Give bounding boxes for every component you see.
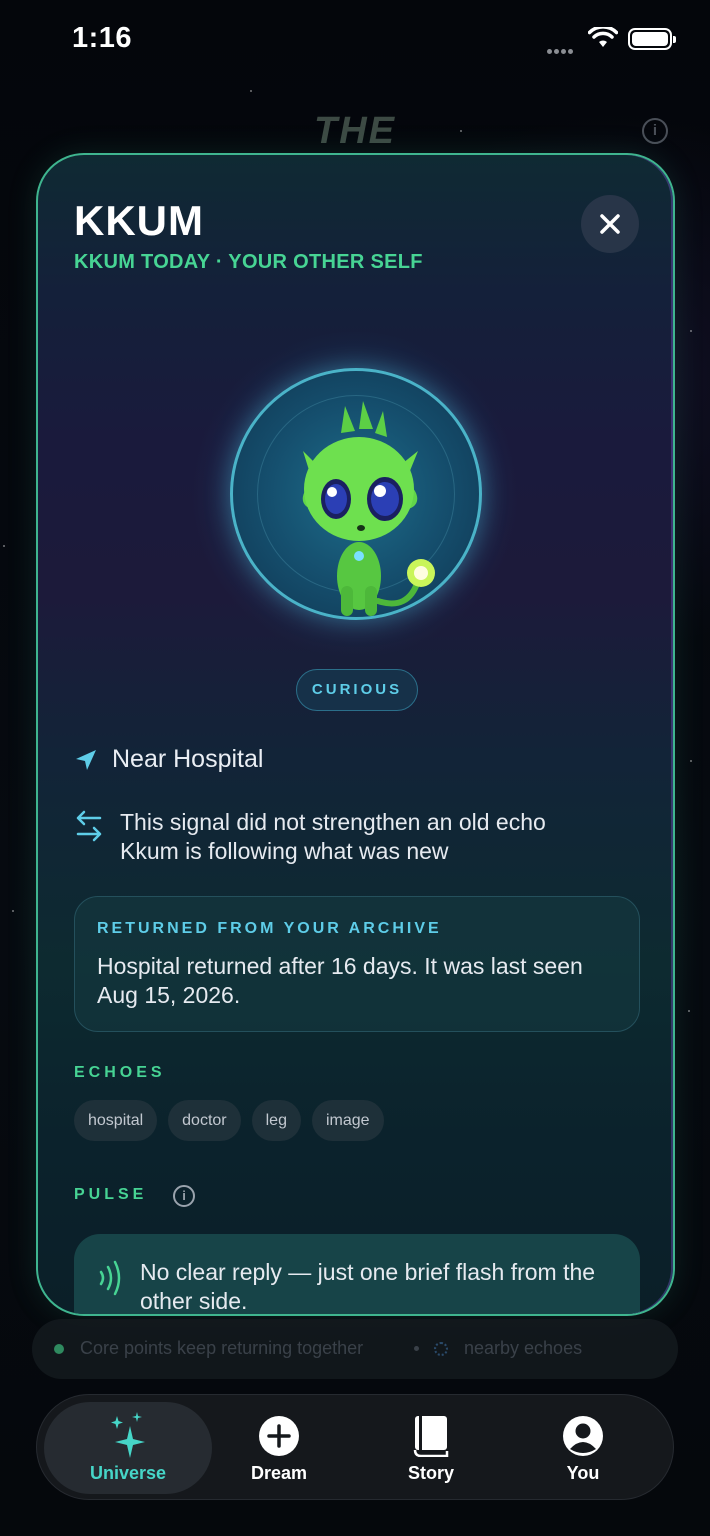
tab-label: Universe <box>89 1463 167 1483</box>
location-arrow-icon <box>76 749 96 770</box>
status-bar: 1:16 <box>0 0 710 80</box>
background-title: THE <box>314 110 396 152</box>
avatar <box>230 368 482 620</box>
tab-label: Dream <box>250 1463 308 1483</box>
banner-right-text: nearby echoes <box>464 1338 583 1358</box>
location-row: Near Hospital <box>74 745 263 774</box>
separator-dot <box>414 1346 419 1351</box>
pulse-heading: PULSE <box>74 1186 148 1203</box>
tab-you[interactable]: You <box>508 1395 658 1501</box>
close-button[interactable] <box>581 195 639 253</box>
info-icon[interactable]: i <box>642 118 668 144</box>
tab-universe[interactable]: Universe <box>44 1402 212 1494</box>
sparkles-icon <box>111 1412 145 1458</box>
plus-circle-icon <box>259 1416 299 1456</box>
alien-creature-icon <box>302 401 435 616</box>
echo-chip[interactable]: image <box>311 1100 384 1141</box>
echo-chip[interactable]: doctor <box>168 1100 241 1141</box>
archive-box: RETURNED FROM YOUR ARCHIVE Hospital retu… <box>74 896 640 1032</box>
tab-label: You <box>566 1463 600 1483</box>
archive-text: Hospital returned after 16 days. It was … <box>97 953 583 1008</box>
card-subtitle: KKUM TODAY · YOUR OTHER SELF <box>74 251 423 273</box>
swap-arrows-icon <box>76 810 102 842</box>
loading-ring-icon <box>434 1342 448 1356</box>
person-circle-icon <box>563 1416 603 1456</box>
cellular-signal-icon <box>547 41 575 59</box>
banner-left-text: Core points keep returning together <box>80 1338 364 1358</box>
mood-badge: CURIOUS <box>296 669 418 711</box>
card-title: KKUM <box>74 197 204 244</box>
tab-story[interactable]: Story <box>356 1395 506 1501</box>
echo-chip[interactable]: leg <box>251 1100 301 1141</box>
battery-icon <box>628 28 676 50</box>
wifi-icon <box>588 27 618 47</box>
book-icon <box>413 1416 449 1457</box>
echoes-heading: ECHOES <box>74 1064 166 1081</box>
kkum-detail-card: KKUM KKUM TODAY · YOUR OTHER SELF CURIOU… <box>36 153 675 1316</box>
tab-bar: Universe Dream Story You <box>36 1394 674 1500</box>
echo-status-row: This signal did not strengthen an old ec… <box>74 808 610 866</box>
pulse-box: No clear reply — just one brief flash fr… <box>74 1234 640 1314</box>
echo-chip[interactable]: hospital <box>74 1100 158 1141</box>
tab-dream[interactable]: Dream <box>204 1395 354 1501</box>
status-dot-icon <box>54 1344 64 1354</box>
status-banner: Core points keep returning together near… <box>32 1319 678 1379</box>
pulse-waves-icon <box>99 1260 121 1296</box>
pulse-info-icon[interactable]: i <box>173 1185 195 1207</box>
echo-chips: hospital doctor leg image <box>74 1100 384 1141</box>
archive-heading: RETURNED FROM YOUR ARCHIVE <box>97 920 442 937</box>
status-time: 1:16 <box>72 22 133 54</box>
tab-label: Story <box>407 1463 454 1483</box>
close-icon <box>600 214 620 234</box>
pulse-text: No clear reply — just one brief flash fr… <box>140 1259 596 1314</box>
echo-status-text: This signal did not strengthen an old ec… <box>120 809 546 864</box>
location-label: Near Hospital <box>112 745 264 773</box>
